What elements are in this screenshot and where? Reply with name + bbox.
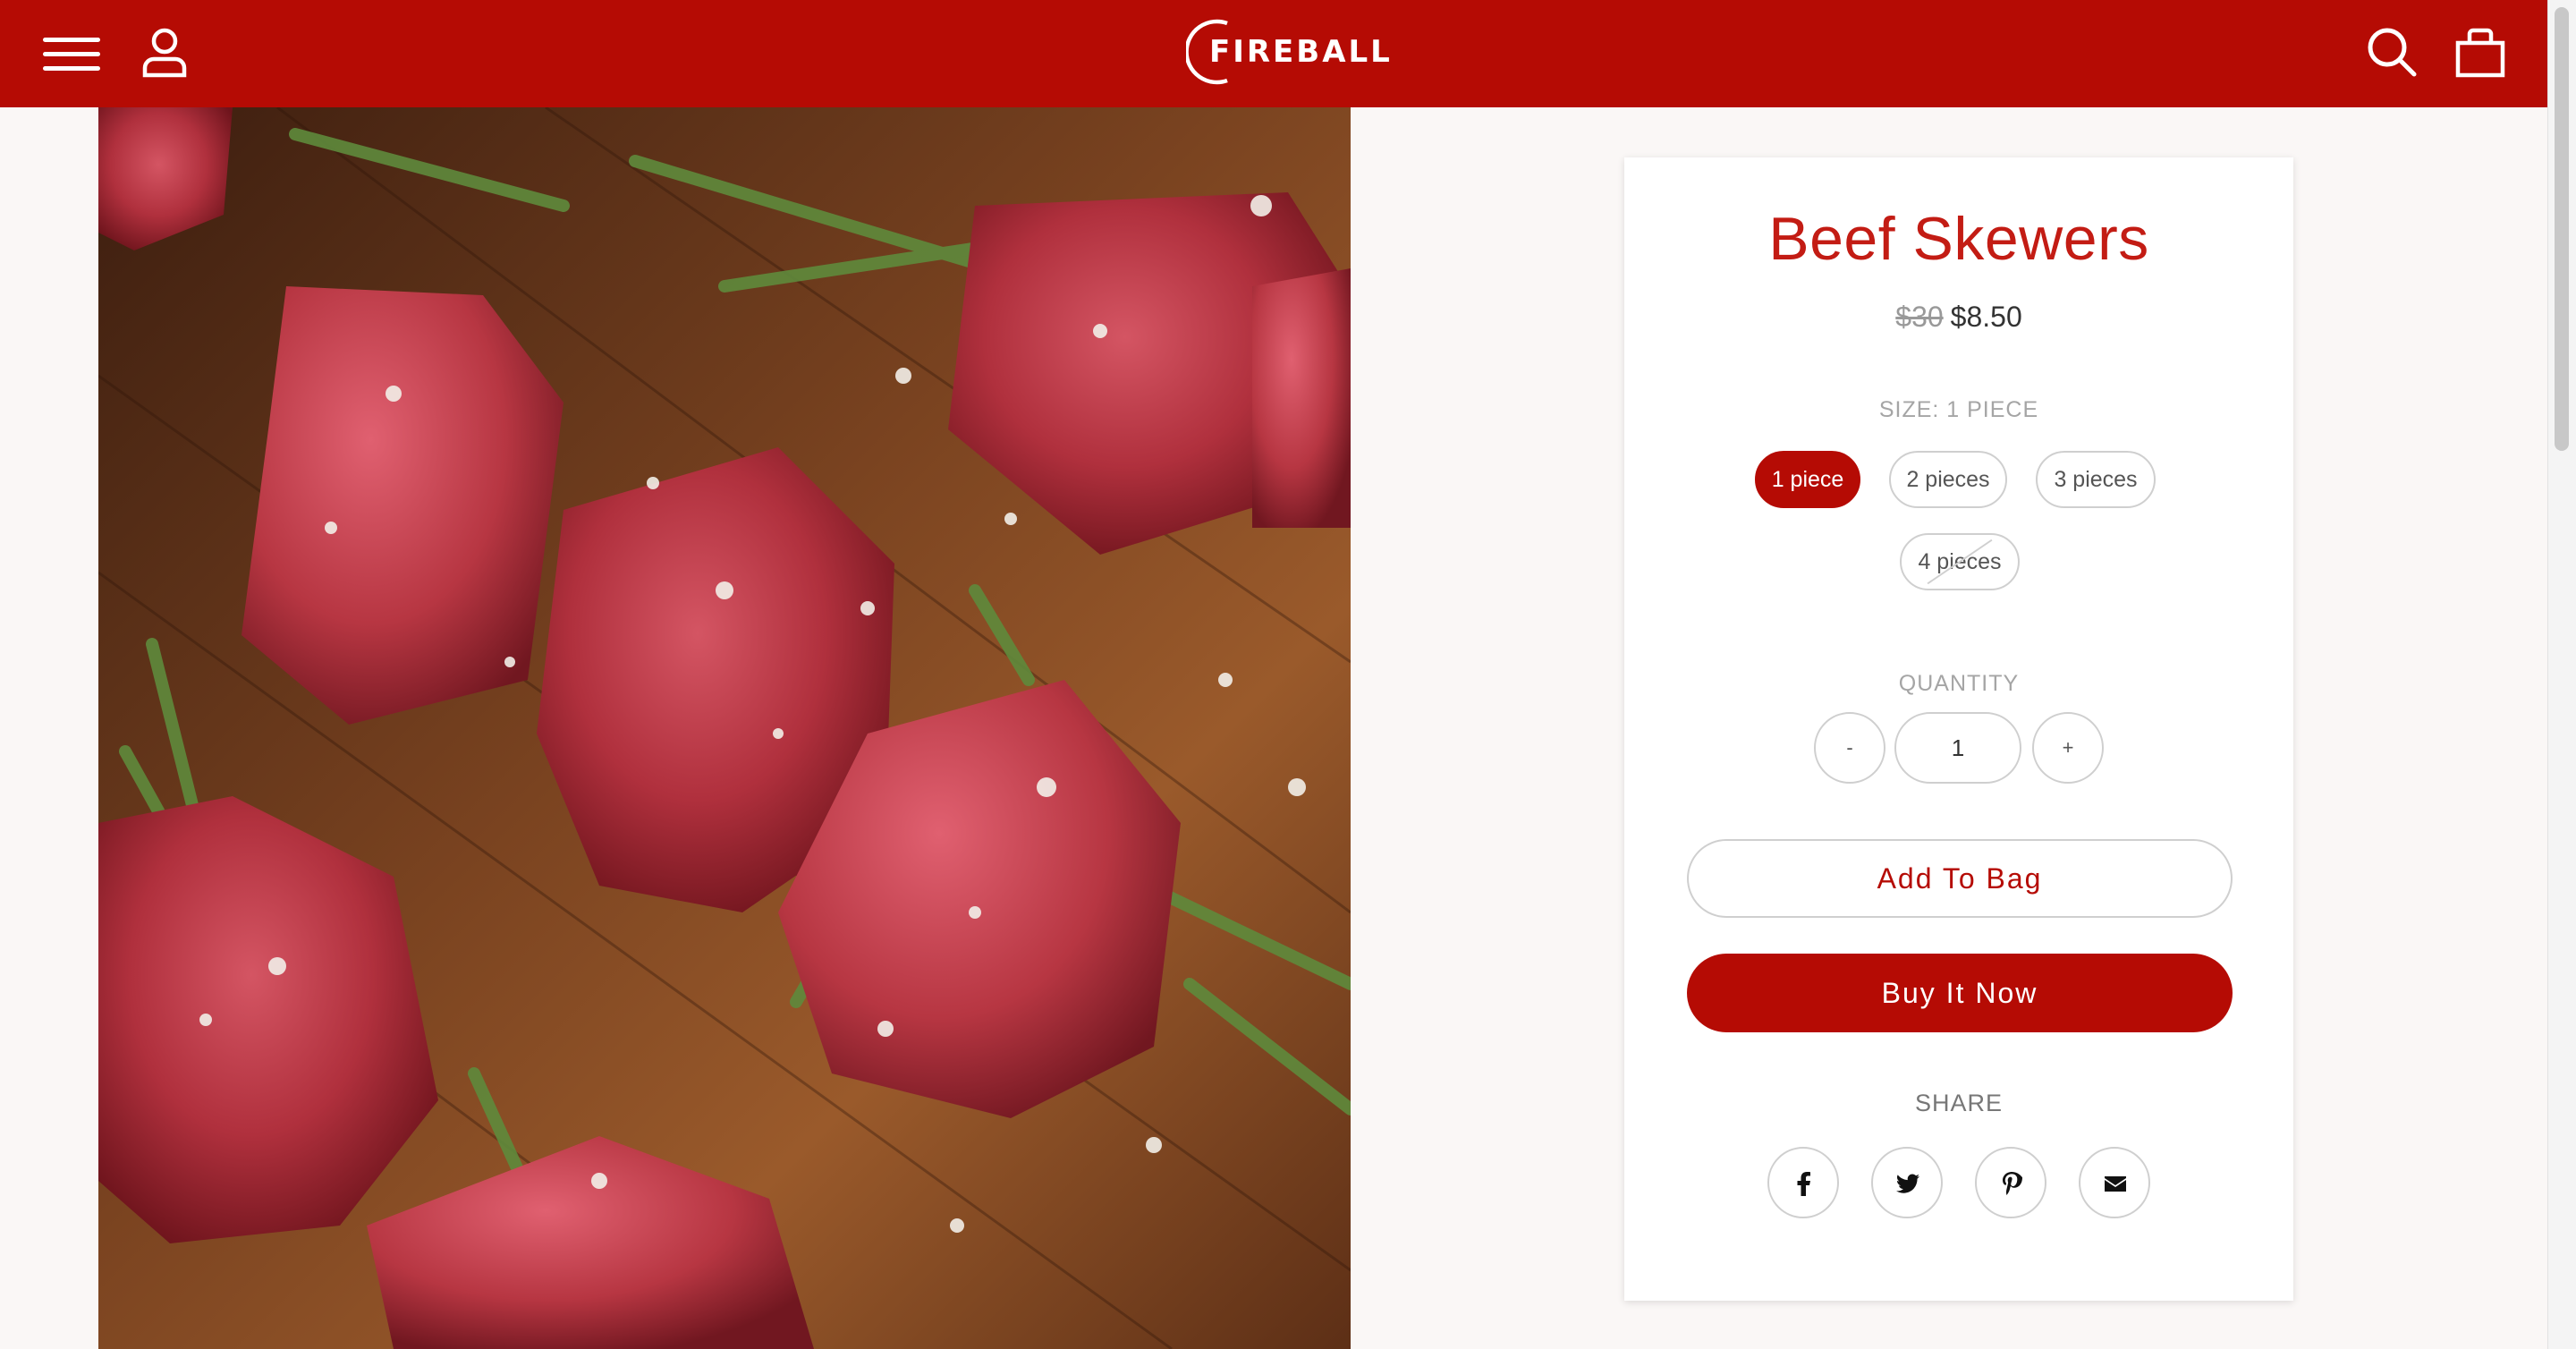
size-label: SIZE: 1 PIECE <box>1878 397 2039 422</box>
quantity-label: QUANTITY <box>1898 671 2020 696</box>
hamburger-menu-icon[interactable] <box>43 36 100 72</box>
share-twitter-button[interactable] <box>1871 1147 1943 1218</box>
site-header: FIREBALL <box>0 0 2547 107</box>
product-title: Beef Skewers <box>1768 205 2149 273</box>
twitter-icon <box>1895 1174 1919 1193</box>
size-option-label: 3 pieces <box>2054 467 2138 492</box>
share-pinterest-button[interactable] <box>1975 1147 2046 1218</box>
add-to-bag-button[interactable]: Add To Bag <box>1687 839 2233 918</box>
email-icon <box>2105 1176 2126 1192</box>
size-option-4-pieces-unavailable[interactable]: 4 pieces <box>1900 533 2020 590</box>
share-email-button[interactable] <box>2079 1147 2150 1218</box>
quantity-input[interactable] <box>1894 712 2021 784</box>
scrollbar-thumb[interactable] <box>2555 7 2569 451</box>
brand-name: FIREBALL <box>1209 34 1393 70</box>
size-option-label: 4 pieces <box>1918 549 2002 574</box>
menu-line <box>43 66 100 71</box>
brand-logo[interactable]: FIREBALL <box>1181 14 1390 93</box>
size-option-1-piece[interactable]: 1 piece <box>1755 451 1860 508</box>
plus-icon: + <box>2062 736 2074 759</box>
share-facebook-button[interactable] <box>1767 1147 1839 1218</box>
buy-it-now-button[interactable]: Buy It Now <box>1687 954 2233 1032</box>
size-option-3-pieces[interactable]: 3 pieces <box>2036 451 2156 508</box>
minus-icon: - <box>1846 736 1853 759</box>
sale-price: $8.50 <box>1950 301 2022 333</box>
size-option-2-pieces[interactable]: 2 pieces <box>1889 451 2007 508</box>
size-option-label: 1 piece <box>1771 467 1844 492</box>
search-icon[interactable] <box>2365 25 2419 79</box>
pinterest-icon <box>2003 1172 2022 1195</box>
product-image <box>98 107 1351 1349</box>
size-option-label: 2 pieces <box>1906 467 1990 492</box>
quantity-decrement-button[interactable]: - <box>1814 712 1885 784</box>
product-photo <box>98 107 1351 1349</box>
menu-line <box>43 52 100 56</box>
shopping-bag-icon[interactable] <box>2453 25 2508 81</box>
menu-line <box>43 38 100 42</box>
facebook-icon <box>1797 1172 1810 1196</box>
product-panel: Beef Skewers $30 $8.50 SIZE: 1 PIECE 1 pi… <box>1624 157 2293 1301</box>
share-label: SHARE <box>1914 1090 2004 1116</box>
original-price: $30 <box>1895 301 1944 333</box>
user-account-icon[interactable] <box>136 23 193 81</box>
quantity-increment-button[interactable]: + <box>2032 712 2104 784</box>
price-row: $30 $8.50 <box>1624 301 2293 334</box>
